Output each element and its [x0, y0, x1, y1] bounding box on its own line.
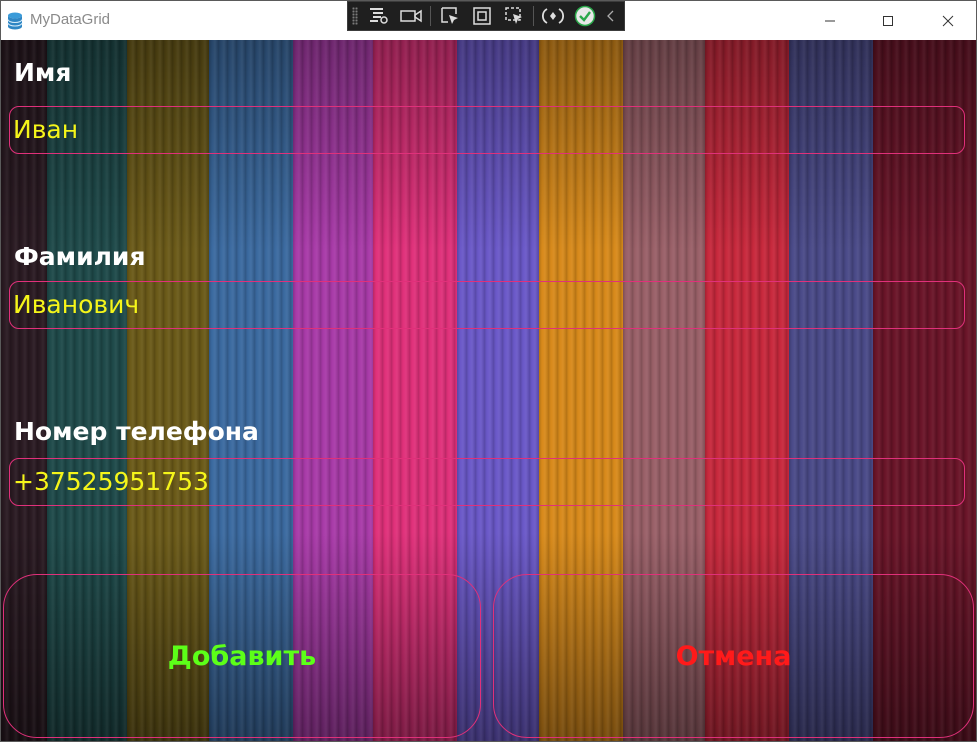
first-name-value: Иван: [13, 115, 79, 144]
phone-label: Номер телефона: [14, 417, 259, 446]
toolbar-grip[interactable]: [352, 7, 358, 25]
phone-value: +37525951753: [13, 467, 209, 496]
minimize-icon: [824, 15, 836, 27]
app-window: MyDataGrid Имя Иван Фамилия Иванович Ном…: [0, 0, 977, 742]
maximize-button[interactable]: [865, 1, 911, 40]
close-button[interactable]: [925, 1, 971, 40]
minimize-button[interactable]: [807, 1, 853, 40]
add-button-label: Добавить: [167, 640, 317, 672]
window-title: MyDataGrid: [30, 11, 111, 28]
cancel-button[interactable]: Отмена: [493, 574, 974, 738]
live-visual-tree-icon[interactable]: [366, 4, 392, 28]
phone-field[interactable]: +37525951753: [9, 458, 965, 506]
cancel-button-label: Отмена: [675, 640, 792, 672]
display-layout-adorners-icon[interactable]: [469, 4, 495, 28]
checkmark-icon[interactable]: [572, 4, 598, 28]
video-camera-icon[interactable]: [398, 4, 424, 28]
last-name-field[interactable]: Иванович: [9, 281, 965, 329]
toolbar-separator: [533, 6, 534, 26]
database-icon: [7, 12, 23, 30]
hot-reload-icon[interactable]: [540, 4, 566, 28]
maximize-icon: [882, 15, 894, 27]
xaml-debug-toolbar: [347, 1, 625, 31]
collapse-chevron-icon[interactable]: [604, 4, 618, 28]
first-name-label: Имя: [14, 58, 72, 87]
form-content: Имя Иван Фамилия Иванович Номер телефона…: [1, 40, 976, 741]
close-icon: [942, 15, 954, 27]
track-focus-icon[interactable]: [501, 4, 527, 28]
first-name-field[interactable]: Иван: [9, 106, 965, 154]
select-element-icon[interactable]: [437, 4, 463, 28]
add-button[interactable]: Добавить: [3, 574, 481, 738]
toolbar-separator: [430, 6, 431, 26]
last-name-label: Фамилия: [14, 242, 146, 271]
last-name-value: Иванович: [13, 290, 140, 319]
